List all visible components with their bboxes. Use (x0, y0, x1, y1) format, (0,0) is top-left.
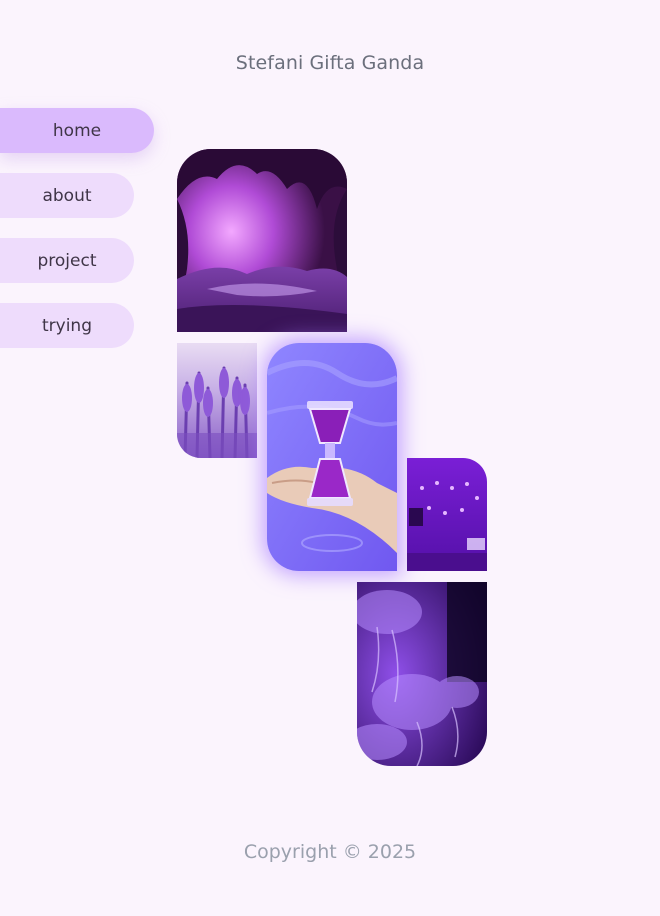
copyright-text: Copyright © 2025 (243, 841, 417, 863)
cave-image (177, 149, 347, 332)
jellyfish-image (357, 582, 487, 766)
lavender-image (177, 343, 257, 458)
nav-item-project[interactable]: project (0, 238, 134, 283)
purple-room-image (407, 458, 487, 571)
hourglass-image (267, 343, 397, 571)
gallery-image-cave[interactable] (177, 149, 347, 332)
site-title: Stefani Gifta Ganda (235, 52, 425, 74)
nav-item-label: project (37, 250, 97, 271)
gallery-image-lavender[interactable] (177, 343, 257, 458)
gallery-image-hourglass[interactable] (267, 343, 397, 571)
gallery-image-jellyfish[interactable] (357, 582, 487, 766)
nav-item-label: trying (41, 315, 92, 336)
nav-item-label: home (52, 120, 102, 141)
gallery-image-purple-room[interactable] (407, 458, 487, 571)
nav-item-home[interactable]: home (0, 108, 154, 153)
nav-item-about[interactable]: about (0, 173, 134, 218)
nav-item-label: about (42, 185, 92, 206)
nav-item-trying[interactable]: trying (0, 303, 134, 348)
